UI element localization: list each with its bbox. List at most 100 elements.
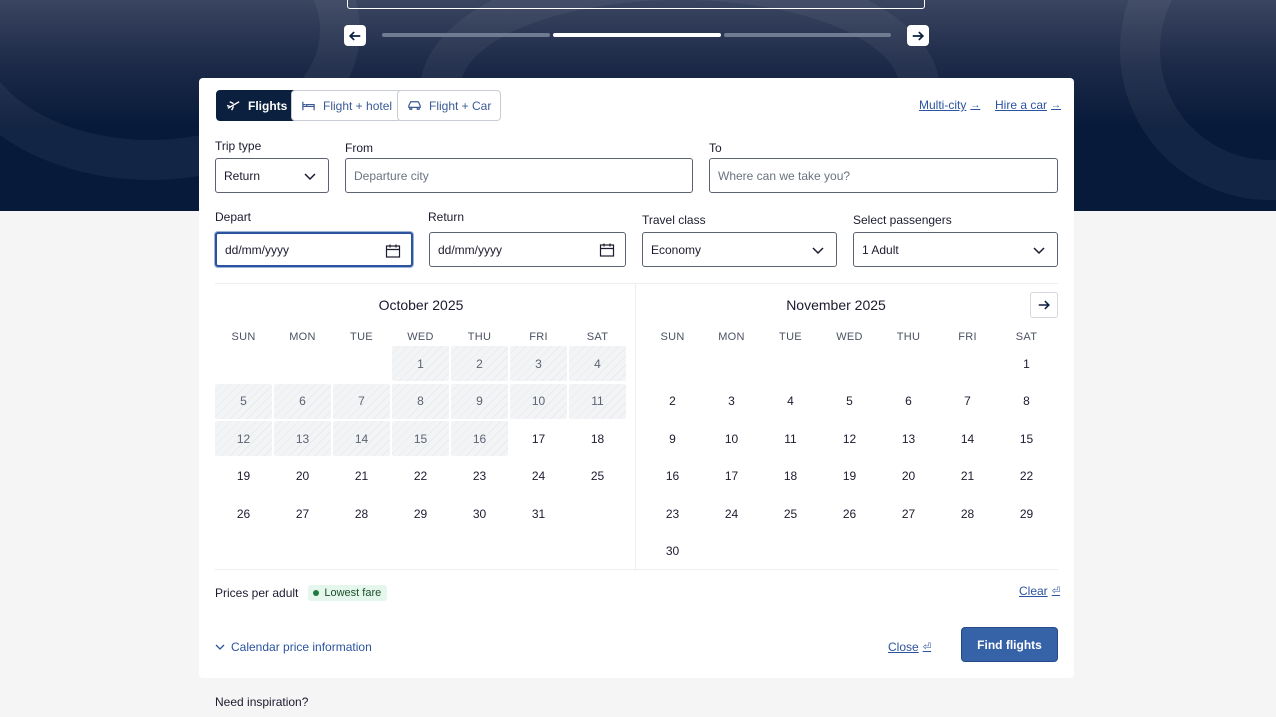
calendar-day[interactable]: 31 <box>510 496 567 531</box>
calendar-day[interactable]: 28 <box>939 496 996 531</box>
close-link[interactable]: Close ⏎ <box>888 640 931 654</box>
calendar-day-disabled: 16 <box>451 421 508 456</box>
weekday-header: FRI <box>529 331 548 343</box>
calendar-day[interactable]: 25 <box>569 459 626 494</box>
calendar-day[interactable]: 19 <box>821 459 878 494</box>
calendar-day[interactable]: 24 <box>703 496 760 531</box>
passengers-value: 1 Adult <box>862 242 899 257</box>
calendar-day[interactable]: 22 <box>998 459 1055 494</box>
calendar-day[interactable]: 15 <box>998 421 1055 456</box>
from-label: From <box>345 141 373 155</box>
calendar-day[interactable]: 13 <box>880 421 937 456</box>
calendar-day[interactable]: 3 <box>703 384 760 419</box>
tab-label: Flights <box>248 98 288 113</box>
month-title: October 2025 <box>378 297 464 313</box>
calendar-day-disabled: 10 <box>510 383 567 419</box>
calendar-day[interactable]: 9 <box>644 421 701 456</box>
depart-placeholder: dd/mm/yyyy <box>225 242 290 257</box>
calendar-day[interactable]: 20 <box>274 459 331 494</box>
clear-link[interactable]: Clear ⏎ <box>1019 584 1060 598</box>
calendar-day[interactable]: 10 <box>703 421 760 456</box>
calendar-month-october: October 2025 SUN MON TUE WED THU FRI SAT 1 2 3 4 5 6… <box>215 284 627 571</box>
carousel-next-button[interactable] <box>907 25 929 46</box>
carousel-progress-1[interactable] <box>382 33 550 37</box>
calendar-day[interactable]: 19 <box>215 459 272 494</box>
carousel-progress-3[interactable] <box>724 33 891 37</box>
calendar-day[interactable]: 26 <box>821 496 878 531</box>
calendar-day[interactable]: 26 <box>215 496 272 531</box>
calendar-day[interactable]: 11 <box>762 421 819 456</box>
next-month-button[interactable] <box>1030 292 1058 318</box>
calendar-icon[interactable] <box>599 242 615 258</box>
hire-car-link[interactable]: Hire a car → <box>995 98 1061 112</box>
tab-flight-hotel[interactable]: Flight + hotel <box>291 90 403 121</box>
calendar-day[interactable]: 17 <box>510 421 567 456</box>
arrow-right-icon: → <box>970 99 981 111</box>
calendar-day[interactable]: 12 <box>821 421 878 456</box>
calendar-day-disabled: 7 <box>333 383 390 419</box>
weekday-header: WED <box>407 331 434 343</box>
arrow-right-icon <box>912 30 925 41</box>
calendar-day[interactable]: 17 <box>703 459 760 494</box>
calendar-day[interactable]: 25 <box>762 496 819 531</box>
calendar-day[interactable]: 5 <box>821 384 878 419</box>
find-flights-button[interactable]: Find flights <box>961 627 1058 662</box>
weekday-header: SUN <box>231 331 256 343</box>
calendar-day[interactable]: 21 <box>333 459 390 494</box>
calendar-day[interactable]: 21 <box>939 459 996 494</box>
passengers-select[interactable]: 1 Adult <box>853 232 1058 267</box>
trip-type-label: Trip type <box>215 139 262 153</box>
hero-search-box <box>347 0 925 9</box>
multi-city-link[interactable]: Multi-city → <box>919 98 980 112</box>
calendar-day[interactable]: 14 <box>939 421 996 456</box>
hire-car-label: Hire a car <box>995 98 1048 112</box>
multi-city-label: Multi-city <box>919 98 967 112</box>
calendar-day[interactable]: 29 <box>998 496 1055 531</box>
calendar-day[interactable]: 4 <box>762 384 819 419</box>
from-input[interactable]: Departure city <box>345 158 693 193</box>
calendar-day-disabled: 13 <box>274 421 331 456</box>
return-date-input[interactable]: dd/mm/yyyy <box>429 232 626 267</box>
carousel-prev-button[interactable] <box>344 25 366 46</box>
passengers-label: Select passengers <box>853 213 952 227</box>
dot-icon <box>313 590 320 596</box>
calendar-day[interactable]: 22 <box>392 459 449 494</box>
trip-type-select[interactable]: Return <box>215 158 329 193</box>
calendar-day[interactable]: 30 <box>451 496 508 531</box>
depart-date-input[interactable]: dd/mm/yyyy <box>215 232 413 267</box>
calendar-day[interactable]: 2 <box>644 384 701 419</box>
trip-type-value: Return <box>224 168 261 183</box>
calendar-month-november: November 2025 SUN MON TUE WED THU FRI SAT 1 2 3 4 5… <box>644 284 1058 571</box>
calendar-day[interactable]: 27 <box>274 496 331 531</box>
calendar-day[interactable]: 27 <box>880 496 937 531</box>
calendar-day[interactable]: 29 <box>392 496 449 531</box>
tab-flights[interactable]: Flights <box>216 90 298 121</box>
calendar-day[interactable]: 18 <box>762 459 819 494</box>
calendar-day[interactable]: 20 <box>880 459 937 494</box>
car-icon <box>408 101 421 110</box>
tab-flight-car[interactable]: Flight + Car <box>397 90 502 121</box>
calendar-info-toggle[interactable]: Calendar price information <box>215 640 372 654</box>
calendar-icon[interactable] <box>385 243 401 259</box>
weekday-header: MON <box>718 331 745 343</box>
to-input[interactable]: Where can we take you? <box>709 158 1058 193</box>
travel-class-select[interactable]: Economy <box>642 232 837 267</box>
weekday-header: FRI <box>958 331 977 343</box>
arrow-right-icon: → <box>1051 99 1062 111</box>
travel-class-label: Travel class <box>642 213 706 227</box>
calendar-day[interactable]: 1 <box>998 346 1055 381</box>
calendar-day[interactable]: 24 <box>510 459 567 494</box>
calendar-day[interactable]: 16 <box>644 459 701 494</box>
prices-label: Prices per adult <box>215 586 299 600</box>
calendar-day[interactable]: 30 <box>644 534 701 569</box>
calendar-day[interactable]: 28 <box>333 496 390 531</box>
calendar-day[interactable]: 18 <box>569 421 626 456</box>
calendar-day[interactable]: 23 <box>451 459 508 494</box>
depart-label: Depart <box>215 210 252 224</box>
calendar-day[interactable]: 6 <box>880 384 937 419</box>
calendar-day[interactable]: 23 <box>644 496 701 531</box>
carousel-progress-2[interactable] <box>553 33 721 37</box>
calendar-day[interactable]: 7 <box>939 384 996 419</box>
date-picker: October 2025 SUN MON TUE WED THU FRI SAT 1 2 3 4 5 6… <box>215 283 1058 571</box>
calendar-day[interactable]: 8 <box>998 384 1055 419</box>
